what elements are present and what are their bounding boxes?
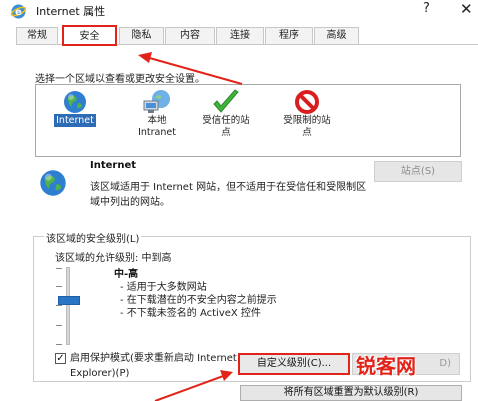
slider-tick: [56, 325, 62, 326]
slider-tick: [56, 305, 62, 306]
level-point: - 不下载未签名的 ActiveX 控件: [120, 308, 261, 319]
globe-icon: [64, 91, 86, 113]
custom-level-button[interactable]: 自定义级别(C)...: [238, 353, 350, 375]
level-point: - 在下载潜在的不安全内容之前提示: [120, 295, 277, 306]
title-bar: e Internet 属性 ? ✕: [0, 0, 478, 22]
security-level-slider[interactable]: [66, 267, 70, 345]
sites-button[interactable]: 站点(S): [374, 161, 462, 182]
globe-icon: [40, 170, 66, 196]
tab-general[interactable]: 常规: [16, 27, 58, 45]
zone-description-text: 该区域适用于 Internet 网站，但不适用于在受信任和受限制区域中列出的网站…: [90, 182, 367, 208]
zone-trusted-sites[interactable]: 受信任的站 点: [193, 85, 259, 157]
restricted-icon: [295, 90, 319, 114]
zone-label: 本地 Intranet: [138, 115, 176, 138]
zone-description-title: Internet: [90, 160, 137, 171]
zone-internet[interactable]: Internet: [42, 85, 108, 157]
zone-label: 受信任的站 点: [202, 115, 250, 138]
tab-connections[interactable]: 连接: [216, 27, 264, 45]
tab-advanced[interactable]: 高级: [314, 27, 359, 45]
tab-privacy[interactable]: 隐私: [119, 27, 164, 45]
tab-content[interactable]: 内容: [165, 27, 215, 45]
security-level-name: 中-高: [114, 269, 139, 280]
zone-prompt: 选择一个区域以查看或更改安全设置。: [35, 74, 205, 85]
security-level-description: - 适用于大多数网站 - 在下载潜在的不安全内容之前提示 - 不下载未签名的 A…: [120, 281, 277, 320]
slider-tick: [56, 344, 62, 345]
zone-local-intranet[interactable]: 本地 Intranet: [124, 85, 190, 157]
reset-all-zones-button[interactable]: 将所有区域重置为默认级别(R): [240, 385, 462, 401]
zone-restricted-sites[interactable]: 受限制的站 点: [274, 85, 340, 157]
zone-label: 受限制的站 点: [283, 115, 331, 138]
window-title: Internet 属性: [36, 5, 106, 18]
level-point: - 适用于大多数网站: [120, 282, 207, 293]
close-button[interactable]: ✕: [460, 0, 473, 18]
slider-tick: [56, 286, 62, 287]
tab-bar: 常规 安全 隐私 内容 连接 程序 高级: [16, 25, 476, 46]
checkmark-icon: [213, 89, 239, 113]
protected-mode-checkbox[interactable]: ✓: [55, 353, 66, 364]
internet-explorer-icon: e: [10, 4, 27, 19]
zone-list: Internet 本地 Intranet 受信任的站 点 受限制的站 点: [35, 84, 461, 157]
help-button[interactable]: ?: [423, 1, 430, 16]
watermark-logo: 锐客网: [356, 354, 416, 378]
zone-label: Internet: [54, 114, 96, 127]
tab-security[interactable]: 安全: [62, 25, 117, 46]
protected-mode-label: 启用保护模式(要求重新启动 Internet Explorer)(P): [70, 353, 237, 379]
intranet-icon: [143, 90, 170, 113]
allowed-levels-text: 该区域的允许级别: 中到高: [55, 253, 172, 264]
slider-thumb[interactable]: [58, 296, 80, 305]
tab-programs[interactable]: 程序: [265, 27, 313, 45]
slider-tick: [56, 268, 62, 269]
security-level-group-title: 该区域的安全级别(L): [44, 230, 142, 245]
svg-text:e: e: [15, 7, 22, 18]
